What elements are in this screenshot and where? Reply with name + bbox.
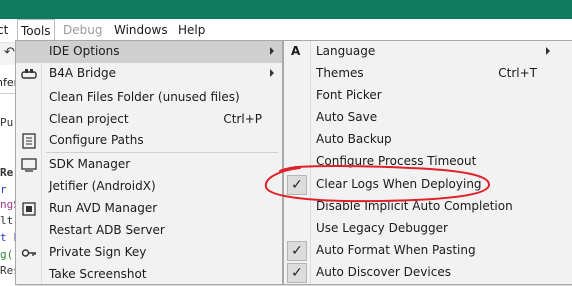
menu-item-jetifier[interactable]: Jetifier (AndroidX): [16, 176, 282, 198]
menu-item-auto-format-when-pasting[interactable]: ✓ Auto Format When Pasting: [284, 240, 572, 262]
menu-item-shortcut: Ctrl+T: [498, 66, 537, 80]
menu-item-configure-paths[interactable]: Configure Paths: [16, 130, 282, 152]
submenu-arrow-icon: [270, 47, 274, 55]
menu-item-themes[interactable]: Themes Ctrl+T: [284, 63, 572, 85]
code-line: Re: [0, 166, 14, 179]
menu-debug[interactable]: Debug: [63, 19, 102, 42]
menu-item-label: Font Picker: [316, 88, 382, 102]
menu-tools[interactable]: Tools: [17, 19, 55, 42]
menu-item-clear-logs-when-deploying[interactable]: ✓ Clear Logs When Deploying: [284, 174, 572, 196]
ide-options-submenu: A Language Themes Ctrl+T Font Picker Aut…: [283, 40, 572, 285]
menu-item-auto-backup[interactable]: Auto Backup: [284, 129, 572, 151]
menu-item-sdk-manager[interactable]: SDK Manager: [16, 154, 282, 176]
menu-separator: [46, 152, 278, 153]
tools-menu: IDE Options B4A Bridge Clean Files Folde…: [15, 40, 283, 285]
key-icon: [21, 245, 37, 261]
language-icon: A: [291, 44, 301, 58]
menu-item-shortcut: Ctrl+P: [223, 112, 262, 126]
code-line: lt: [0, 214, 14, 227]
menu-item-label: Auto Format When Pasting: [316, 243, 476, 257]
menu-item-use-legacy-debugger[interactable]: Use Legacy Debugger: [284, 218, 572, 240]
menu-item-label: SDK Manager: [49, 157, 131, 171]
menu-item-label: IDE Options: [49, 44, 120, 58]
menu-item-label: Private Sign Key: [49, 245, 147, 259]
menu-item-label: Auto Discover Devices: [316, 265, 451, 279]
b4a-bridge-icon: [21, 66, 37, 82]
menu-item-label: B4A Bridge: [49, 66, 117, 80]
code-line: Pu: [0, 116, 14, 129]
menu-item-font-picker[interactable]: Font Picker: [284, 85, 572, 107]
menu-item-label: Configure Paths: [49, 133, 144, 147]
menu-item-language[interactable]: A Language: [284, 41, 572, 63]
menu-project[interactable]: ct: [0, 19, 8, 42]
menu-item-clean-files-folder[interactable]: Clean Files Folder (unused files): [16, 87, 282, 109]
menu-windows[interactable]: Windows: [114, 19, 168, 42]
menu-item-b4a-bridge[interactable]: B4A Bridge: [16, 63, 282, 85]
submenu-arrow-icon: [546, 47, 550, 55]
menu-item-configure-process-timeout[interactable]: Configure Process Timeout: [284, 151, 572, 173]
menu-item-restart-adb-server[interactable]: Restart ADB Server: [16, 220, 282, 242]
menu-item-clean-project[interactable]: Clean project Ctrl+P: [16, 109, 282, 131]
menu-item-label: Clean Files Folder (unused files): [49, 90, 240, 104]
menu-item-disable-implicit-auto-completion[interactable]: Disable Implicit Auto Completion: [284, 196, 572, 218]
menu-item-label: Run AVD Manager: [49, 201, 158, 215]
menu-item-run-avd-manager[interactable]: Run AVD Manager: [16, 198, 282, 220]
checkmark-icon: ✓: [287, 263, 307, 283]
menu-item-label: Language: [316, 44, 376, 58]
menu-item-label: Auto Save: [316, 110, 378, 124]
menu-item-label: Clean project: [49, 112, 129, 126]
configure-paths-icon: [21, 133, 37, 149]
menu-help[interactable]: Help: [178, 19, 205, 42]
menu-item-private-sign-key[interactable]: Private Sign Key: [16, 242, 282, 264]
menu-item-label: Themes: [316, 66, 364, 80]
avd-manager-icon: [21, 201, 37, 217]
window-titlebar: [0, 0, 572, 19]
menu-item-label: Clear Logs When Deploying: [316, 177, 482, 191]
menu-item-label: Auto Backup: [316, 132, 392, 146]
menu-item-label: Take Screenshot: [49, 267, 147, 281]
menu-item-label: Use Legacy Debugger: [316, 221, 448, 235]
menu-item-label: Disable Implicit Auto Completion: [316, 199, 513, 213]
menu-item-label: Jetifier (AndroidX): [49, 179, 156, 193]
sdk-manager-icon: [21, 157, 37, 173]
menu-item-label: Restart ADB Server: [49, 223, 165, 237]
checkmark-icon: ✓: [287, 241, 307, 261]
menu-item-ide-options[interactable]: IDE Options: [16, 41, 282, 63]
checkmark-icon: ✓: [287, 175, 307, 195]
submenu-arrow-icon: [270, 69, 274, 77]
menu-item-auto-discover-devices[interactable]: ✓ Auto Discover Devices: [284, 262, 572, 284]
menu-item-label: Configure Process Timeout: [316, 154, 477, 168]
undo-icon[interactable]: ↶: [4, 45, 15, 60]
menu-item-auto-save[interactable]: Auto Save: [284, 107, 572, 129]
